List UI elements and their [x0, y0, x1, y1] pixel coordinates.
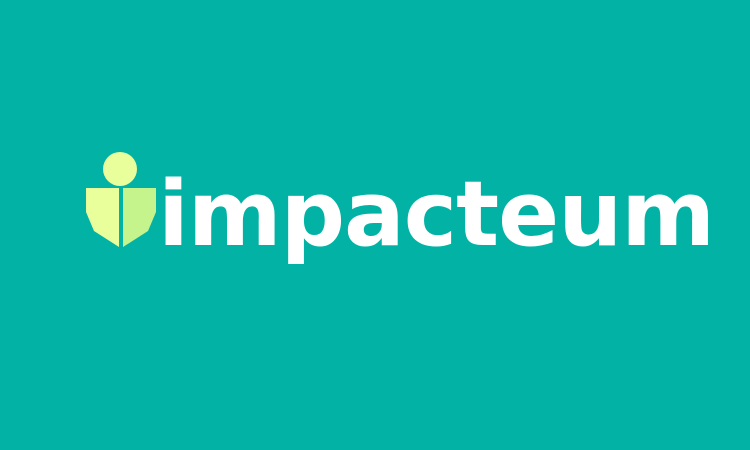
person-shield-icon — [86, 152, 156, 247]
brand-logo: impacteum — [84, 152, 715, 272]
brand-wordmark: impacteum — [158, 162, 715, 267]
logo-body-left-half — [86, 188, 119, 247]
background-canvas: impacteum — [0, 0, 750, 450]
logo-head-circle — [103, 152, 137, 186]
logo-body-right-half — [123, 188, 156, 247]
